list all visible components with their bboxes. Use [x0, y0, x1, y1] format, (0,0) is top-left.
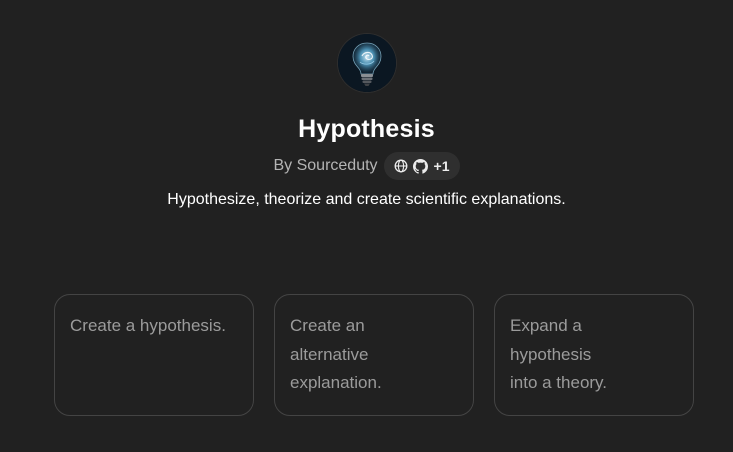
- starter-text-line: Create a hypothesis.: [70, 316, 226, 335]
- lightbulb-icon: [337, 34, 396, 92]
- starter-text-line: Expand a: [510, 316, 582, 335]
- starter-text-line: Create an: [290, 316, 365, 335]
- github-icon[interactable]: [412, 158, 428, 174]
- starter-text-line: hypothesis: [510, 344, 592, 364]
- conversation-starters: Create a hypothesis. Create an alternati…: [54, 294, 694, 416]
- starter-text-line: explanation.: [290, 373, 382, 392]
- starter-alternative-explanation[interactable]: Create an alternative explanation.: [274, 294, 474, 416]
- starter-create-hypothesis[interactable]: Create a hypothesis.: [54, 294, 254, 416]
- gpt-header: Hypothesis By Sourceduty +1 Hypothesize,…: [0, 34, 733, 210]
- starter-expand-theory[interactable]: Expand a hypothesis into a theory.: [494, 294, 694, 416]
- links-pill[interactable]: +1: [383, 152, 460, 180]
- extra-links-count[interactable]: +1: [434, 158, 450, 174]
- globe-icon[interactable]: [394, 159, 408, 173]
- author-name: By Sourceduty: [273, 157, 378, 174]
- gpt-avatar: [337, 34, 396, 92]
- byline: By Sourceduty +1: [273, 152, 460, 180]
- gpt-description: Hypothesize, theorize and create scienti…: [167, 191, 566, 208]
- starter-text-line: into a theory.: [510, 373, 608, 392]
- gpt-title: Hypothesis: [298, 115, 435, 143]
- starter-text-line: alternative: [290, 344, 369, 364]
